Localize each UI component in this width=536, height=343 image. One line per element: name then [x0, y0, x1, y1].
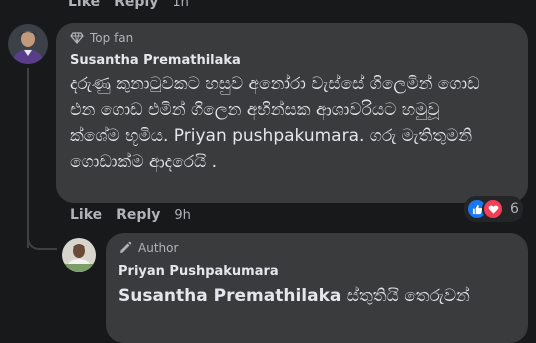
author-badge: Author	[118, 241, 178, 255]
reply-author-name[interactable]: Priyan Pushpakumara	[118, 264, 279, 279]
love-icon	[482, 198, 504, 220]
profile-photo-icon	[8, 24, 48, 64]
reply-button[interactable]: Reply	[116, 207, 160, 223]
pencil-icon	[120, 241, 132, 253]
profile-photo-icon	[62, 238, 96, 272]
avatar[interactable]	[8, 24, 48, 64]
comment-bubble: Top fan Susantha Premathilaka දරුණු කුනා…	[56, 23, 528, 203]
comment-author-name[interactable]: Susantha Premathilaka	[70, 53, 241, 68]
top-comment-actions: Like Reply 1h	[68, 0, 189, 10]
avatar[interactable]	[62, 238, 96, 272]
like-button[interactable]: Like	[68, 0, 100, 10]
comment-text: දරුණු කුනාටුවකට හසුව අනෝරා වැස්සේ ගිලෙමි…	[70, 74, 480, 172]
reactions-count: 6	[510, 201, 519, 217]
reply-text-body: ස්තුතියි තෙරුවන්	[341, 286, 470, 306]
badge-label: Top fan	[90, 31, 134, 45]
reply-bubble: Author Priyan Pushpakumara Susantha Prem…	[106, 233, 528, 343]
top-fan-badge: Top fan	[70, 31, 133, 45]
mention-link[interactable]: Susantha Premathilaka	[118, 286, 341, 306]
diamond-icon	[70, 32, 84, 44]
reply-text: Susantha Premathilaka ස්තුතියි තෙරුවන්	[118, 283, 514, 309]
thread-connector	[27, 220, 57, 250]
reply-button[interactable]: Reply	[114, 0, 158, 10]
reactions-summary[interactable]: 6	[464, 196, 523, 222]
comment-timestamp[interactable]: 1h	[172, 0, 189, 10]
comment-actions: Like Reply 9h	[70, 207, 191, 223]
badge-label: Author	[138, 241, 179, 255]
like-button[interactable]: Like	[70, 207, 102, 223]
comment-timestamp[interactable]: 9h	[174, 208, 191, 223]
